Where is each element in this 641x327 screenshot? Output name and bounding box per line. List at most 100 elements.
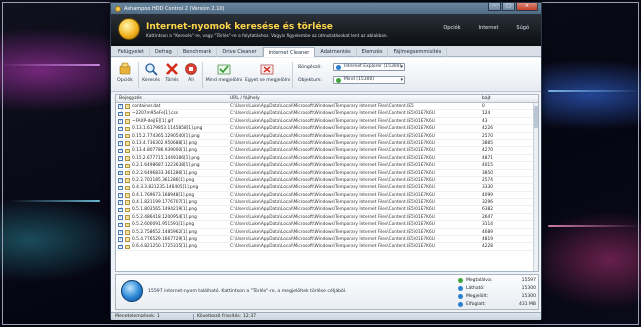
row-checkbox[interactable]	[118, 103, 123, 110]
chevron-down-icon: ▾	[400, 77, 403, 83]
list-header: Bejegyzés URL / fájlhely bájt	[116, 95, 538, 103]
row-path: C:\Users\Luke\AppData\Local\Microsoft\Wi…	[230, 118, 435, 124]
row-checkbox[interactable]	[118, 170, 123, 176]
vertical-scrollbar[interactable]	[533, 103, 538, 271]
table-row[interactable]: 0.5.2.486418.1200954[1].png C:\Users\Luke…	[116, 214, 538, 222]
row-path: C:\Users\Luke\AppData\Local\Microsoft\Wi…	[230, 148, 435, 154]
table-row[interactable]: 0.2.2.6496833.361286[1].png C:\Users\Luke…	[116, 170, 538, 177]
window-controls: – □ ×	[488, 3, 538, 11]
table-row[interactable]: 0.4.1.821199.1776707[1].png C:\Users\Luke…	[116, 199, 538, 207]
row-checkbox[interactable]	[118, 184, 123, 191]
row-path: C:\Users\Luke\AppData\Local\Microsoft\Wi…	[230, 237, 435, 243]
table-row[interactable]: 0.5.4.776529.1667729[1].png C:\Users\Luke…	[116, 236, 538, 244]
status-next-update: Következő frissítés: 12:37	[197, 314, 257, 319]
object-select[interactable]: Mind (15300) ▾	[333, 76, 405, 84]
table-row[interactable]: 0.6.4.821250.1725315[1].png C:\Users\Luke…	[116, 243, 538, 251]
table-row[interactable]: 0.4.3.3.821235.146405[1].png C:\Users\Luk…	[116, 184, 538, 192]
table-row[interactable]: 0.5.1.803565.1494219[1].png C:\Users\Luke…	[116, 206, 538, 214]
row-entry-name: ~FAXP-dej[E][1].gif	[132, 118, 174, 124]
table-row[interactable]: 0.4.1.769673.168948[1].png C:\Users\Luke\…	[116, 192, 538, 200]
row-size: 4871	[482, 155, 493, 161]
file-icon	[125, 222, 130, 228]
tab-defrag[interactable]: Defrag	[150, 47, 178, 57]
browser-select[interactable]: Internet Explorer (15300) ▾	[333, 63, 405, 71]
options-button[interactable]: Opciók	[114, 60, 136, 90]
tab-elemzes[interactable]: Elemzés	[357, 47, 389, 57]
tab-benchmark[interactable]: Benchmark	[178, 47, 218, 57]
table-row[interactable]: ~FAXP-dej[E][1].gif C:\Users\Luke\AppData…	[116, 118, 538, 126]
row-path: C:\Users\Luke\AppData\Local\Microsoft\Wi…	[230, 185, 435, 191]
stop-button-label: Áll	[188, 78, 194, 83]
table-row[interactable]: 0.5.2.600091.951591[1].png C:\Users\Luke\…	[116, 221, 538, 229]
stat-visible: Látható: 15300	[458, 285, 538, 293]
stat-value: 15300	[521, 294, 536, 299]
table-row[interactable]: 0.2.2.701185.361286[1].png C:\Users\Luke\…	[116, 177, 538, 185]
object-filter-label: Objektum:	[298, 78, 323, 83]
row-size: 3330	[482, 185, 493, 191]
help-link[interactable]: Súgó	[516, 25, 529, 31]
tab-fajlmegsemmisites[interactable]: Fájlmegsemmisítés	[388, 47, 448, 57]
row-checkbox[interactable]	[118, 199, 123, 206]
maximize-button[interactable]: □	[502, 3, 515, 11]
table-row[interactable]: 0.2.1.6498687.1223638[1].png C:\Users\Luk…	[116, 162, 538, 170]
row-entry-name: 0.15.2.774365.1290540[1].png	[132, 133, 200, 139]
unmark-all-button[interactable]: Egyet se megjelölni	[245, 60, 290, 90]
row-path: C:\Users\Luke\AppData\Local\Microsoft\Wi…	[230, 133, 435, 139]
row-checkbox[interactable]	[118, 236, 123, 243]
row-checkbox[interactable]	[118, 207, 123, 213]
row-path: C:\Users\Luke\AppData\Local\Microsoft\Wi…	[230, 104, 414, 109]
tab-adatmentes[interactable]: Adatmentés	[315, 47, 357, 57]
table-row[interactable]: ~2207m95eFe[1].css C:\Users\Luke\AppData\…	[116, 110, 538, 118]
row-checkbox[interactable]	[118, 155, 123, 162]
mark-all-button[interactable]: Mind megjelölni	[205, 60, 243, 90]
row-checkbox[interactable]	[118, 229, 123, 235]
row-size: 4015	[482, 163, 493, 169]
stat-value: 15300	[521, 286, 536, 291]
options-link[interactable]: Opciók	[443, 25, 460, 31]
row-checkbox[interactable]	[118, 244, 123, 250]
column-bytes[interactable]: bájt	[482, 96, 491, 101]
close-button[interactable]: ×	[516, 3, 538, 11]
app-logo	[118, 18, 140, 40]
row-checkbox[interactable]	[118, 111, 123, 117]
row-size: 3114	[482, 222, 493, 228]
table-row[interactable]: 0.13.4.807786.939000[1].png C:\Users\Luke…	[116, 147, 538, 155]
column-entry[interactable]: Bejegyzés	[119, 96, 142, 101]
row-checkbox[interactable]	[118, 192, 123, 198]
tab-internet-cleaner[interactable]: Internet Cleaner	[262, 47, 316, 57]
wallpaper-streak	[548, 90, 641, 92]
table-row[interactable]: 0.13.4.736302.950688[1].png C:\Users\Luke…	[116, 140, 538, 148]
scrollbar-thumb[interactable]	[534, 106, 538, 128]
search-button[interactable]: Keresés	[140, 60, 162, 90]
page-title: Internet-nyomok keresése és törlése	[146, 22, 333, 32]
row-path: C:\Users\Luke\AppData\Local\Microsoft\Wi…	[230, 170, 435, 176]
row-size: 4228	[482, 244, 493, 250]
title-bar[interactable]: Ashampoo HDD Control 2 (Version 2.10) – …	[111, 3, 541, 14]
delete-button[interactable]: Törlés	[162, 60, 182, 90]
minimize-button[interactable]: –	[488, 3, 501, 11]
table-row[interactable]: 0.13.1.6179853.1145858[1].png C:\Users\Lu…	[116, 125, 538, 133]
table-row[interactable]: 0.5.2.758652.1485962[1].png C:\Users\Luke…	[116, 229, 538, 237]
row-entry-name: 0.13.4.807786.939000[1].png	[132, 148, 197, 154]
row-checkbox[interactable]	[118, 118, 123, 125]
row-checkbox[interactable]	[118, 140, 123, 147]
tab-drive-cleaner[interactable]: Drive Cleaner	[217, 47, 263, 57]
row-checkbox[interactable]	[118, 133, 123, 139]
row-checkbox[interactable]	[118, 125, 123, 132]
row-checkbox[interactable]	[118, 214, 123, 221]
row-checkbox[interactable]	[118, 221, 123, 228]
table-row[interactable]: container.dat C:\Users\Luke\AppData\Local…	[116, 103, 538, 111]
stop-button[interactable]: Áll	[182, 60, 200, 90]
all-objects-icon	[336, 78, 341, 83]
table-row[interactable]: 0.15.2.774365.1290540[1].png C:\Users\Luk…	[116, 133, 538, 140]
delete-x-icon	[165, 62, 179, 76]
internet-link[interactable]: Internet	[479, 25, 499, 31]
column-url[interactable]: URL / fájlhely	[230, 96, 260, 101]
row-checkbox[interactable]	[118, 177, 123, 184]
tab-felugyelet[interactable]: Felügyelet	[113, 47, 150, 57]
file-icon	[125, 193, 130, 198]
row-checkbox[interactable]	[118, 162, 123, 169]
found-icon	[458, 278, 463, 283]
row-checkbox[interactable]	[118, 147, 123, 154]
table-row[interactable]: 0.15.2.677715.1449186[1].png C:\Users\Luk…	[116, 155, 538, 163]
